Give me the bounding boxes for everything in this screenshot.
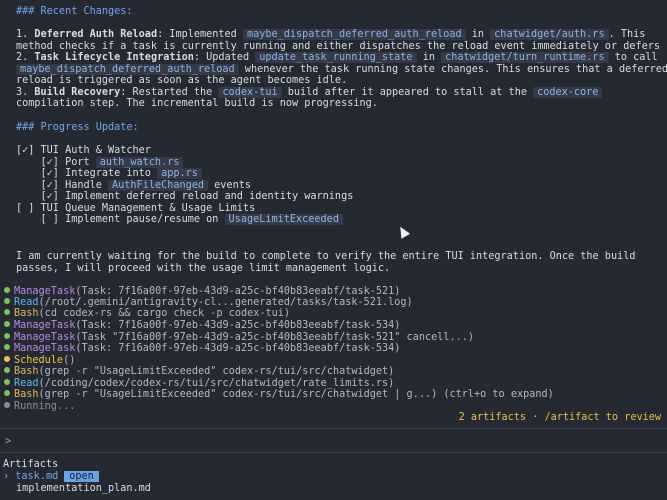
progress-item: [✓] TUI Auth & Watcher bbox=[16, 145, 151, 156]
artifacts-note: 2 artifacts · /artifact to review bbox=[458, 412, 661, 423]
open-badge[interactable]: open bbox=[64, 471, 99, 482]
progress-header: ### Progress Update: bbox=[16, 122, 139, 133]
tool-call[interactable]: ManageTask(Task: 7f16a00f-97eb-43d9-a25c… bbox=[4, 343, 400, 355]
running-indicator: Running... bbox=[4, 401, 75, 413]
status-dot-icon bbox=[4, 298, 10, 304]
status-dot-icon bbox=[4, 309, 10, 315]
status-message: passes, I will proceed with the usage li… bbox=[16, 263, 391, 274]
artifacts-title: Artifacts bbox=[3, 459, 59, 470]
status-message: I am currently waiting for the build to … bbox=[16, 251, 636, 262]
spinner-icon bbox=[4, 402, 10, 408]
status-dot-icon bbox=[4, 321, 10, 327]
status-dot-icon bbox=[4, 287, 10, 293]
change-item-1: 1. Deferred Auth Reload: Implemented may… bbox=[16, 29, 646, 40]
expand-hint: (ctrl+o to expand) bbox=[437, 389, 554, 400]
mouse-pointer-icon bbox=[395, 224, 411, 239]
status-dot-icon bbox=[4, 333, 10, 339]
status-dot-icon bbox=[4, 379, 10, 385]
progress-item: [ ] Implement pause/resume on UsageLimit… bbox=[16, 214, 343, 226]
recent-changes-header: ### Recent Changes: bbox=[16, 6, 133, 17]
change-item-2-cont2: reload is triggered as soon as the agent… bbox=[16, 75, 348, 86]
code-ref: codex-core bbox=[533, 87, 603, 98]
tool-call[interactable]: Bash(grep -r "UsageLimitExceeded" codex-… bbox=[4, 366, 394, 378]
progress-item: [✓] Integrate into app.rs bbox=[16, 168, 202, 180]
code-ref: auth_watch.rs bbox=[95, 157, 184, 168]
code-ref: chatwidget/auth.rs bbox=[490, 29, 609, 40]
tool-call[interactable]: Bash(grep -r "UsageLimitExceeded" codex-… bbox=[4, 389, 554, 401]
tool-call[interactable]: ManageTask(Task: 7f16a00f-97eb-43d9-a25c… bbox=[4, 320, 400, 332]
artifact-item-plan[interactable]: implementation_plan.md bbox=[16, 483, 151, 495]
code-ref: AuthFileChanged bbox=[108, 180, 209, 191]
tool-call[interactable]: Bash(cd codex-rs && cargo check -p codex… bbox=[4, 308, 290, 320]
code-ref: maybe_dispatch_deferred_auth_reload bbox=[242, 29, 466, 40]
status-dot-icon bbox=[4, 356, 10, 362]
status-dot-icon bbox=[4, 390, 10, 396]
code-ref: UsageLimitExceeded bbox=[224, 214, 343, 225]
code-ref: chatwidget/turn_runtime.rs bbox=[441, 52, 609, 63]
artifact-item-task[interactable]: › task.md open bbox=[3, 471, 99, 483]
code-ref: app.rs bbox=[157, 168, 202, 179]
code-ref: maybe_dispatch_deferred_auth_reload bbox=[16, 64, 239, 75]
divider bbox=[0, 452, 667, 453]
code-ref: update_task_running_state bbox=[255, 52, 417, 63]
change-item-2: 2. Task Lifecycle Integration: Updated u… bbox=[16, 52, 658, 63]
code-ref: codex-tui bbox=[218, 87, 282, 98]
command-input[interactable]: > bbox=[5, 436, 11, 448]
change-item-3-cont: compilation step. The incremental build … bbox=[16, 98, 378, 109]
progress-item: [✓] Implement deferred reload and identi… bbox=[16, 191, 354, 202]
divider bbox=[0, 428, 667, 429]
status-dot-icon bbox=[4, 367, 10, 373]
status-dot-icon bbox=[4, 344, 10, 350]
